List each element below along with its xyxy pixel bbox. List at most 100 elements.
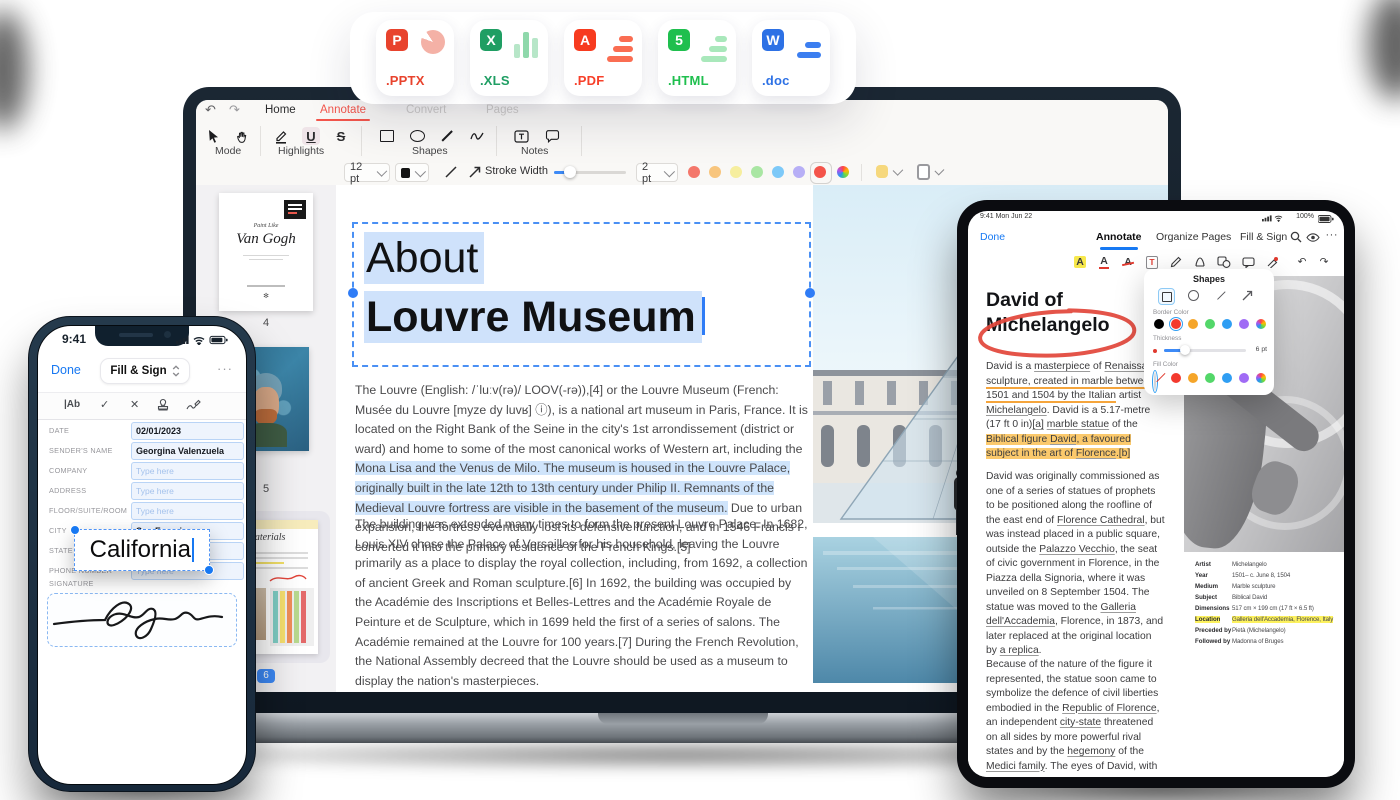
pencil-tool-icon[interactable] bbox=[1168, 254, 1184, 270]
shapes-tool-icon[interactable] bbox=[1216, 254, 1232, 270]
fill-color-dot[interactable] bbox=[1205, 373, 1215, 383]
arrow-shape-option[interactable] bbox=[1240, 288, 1255, 303]
border-color-dot[interactable] bbox=[1188, 319, 1198, 329]
border-color-dot[interactable] bbox=[1205, 319, 1215, 329]
fill-color-dot[interactable] bbox=[1171, 373, 1181, 383]
tab-home[interactable]: Home bbox=[265, 104, 296, 116]
selection-handle-right[interactable] bbox=[805, 288, 815, 298]
selection-handle[interactable] bbox=[204, 565, 214, 575]
done-button[interactable]: Done bbox=[51, 363, 81, 377]
text-box-tool-icon[interactable]: T bbox=[1144, 254, 1160, 270]
checkmark-tool-icon[interactable]: ✓ bbox=[100, 398, 109, 411]
state-value-overlay[interactable]: California bbox=[74, 529, 210, 571]
ellipse-shape-icon[interactable] bbox=[408, 127, 426, 145]
cursor-tool-icon[interactable] bbox=[204, 127, 222, 145]
highlighter-tool-icon[interactable]: A bbox=[1072, 254, 1088, 270]
highlight-color-swatch bbox=[876, 165, 888, 178]
border-color-dot[interactable] bbox=[1154, 319, 1164, 329]
search-icon[interactable] bbox=[1290, 231, 1302, 243]
tab-convert[interactable]: Convert bbox=[406, 104, 446, 116]
toolbar-divider bbox=[581, 126, 582, 156]
page-thumbnail-4[interactable]: Paint Like Van Gogh ✻ bbox=[219, 193, 313, 311]
tab-pages[interactable]: Pages bbox=[486, 104, 519, 116]
signature-box[interactable] bbox=[47, 593, 237, 647]
text-field-tool-icon[interactable]: |Ab bbox=[64, 399, 80, 410]
rectangle-shape-option-selected[interactable] bbox=[1158, 288, 1175, 305]
line-tool-icon[interactable] bbox=[444, 165, 458, 179]
redo-icon[interactable]: ↷ bbox=[229, 103, 240, 118]
border-color-dot[interactable] bbox=[1239, 319, 1249, 329]
fill-sign-mode-picker[interactable]: Fill & Sign bbox=[100, 358, 190, 384]
company-field[interactable]: Type here bbox=[131, 462, 244, 480]
group-label-highlights: Highlights bbox=[278, 145, 324, 157]
rectangle-shape-icon[interactable] bbox=[378, 127, 396, 145]
stroke-width-slider[interactable] bbox=[554, 171, 626, 174]
undo-icon[interactable]: ↶ bbox=[205, 103, 216, 118]
underline-tool-icon[interactable]: A bbox=[1096, 254, 1112, 270]
freehand-shape-icon[interactable] bbox=[468, 127, 486, 145]
color-dot[interactable] bbox=[793, 166, 805, 178]
comment-tool-icon[interactable] bbox=[1240, 254, 1256, 270]
color-dot[interactable] bbox=[772, 166, 784, 178]
strikethrough-tool-icon[interactable]: S bbox=[332, 127, 350, 145]
undo-icon[interactable]: ↶ bbox=[1294, 254, 1310, 270]
fill-color-dot[interactable] bbox=[1222, 373, 1232, 383]
border-color-dot[interactable] bbox=[1222, 319, 1232, 329]
text-segment: artist bbox=[1116, 390, 1141, 401]
ellipse-shape-option[interactable] bbox=[1186, 288, 1201, 303]
pen-tool-icon[interactable] bbox=[1192, 254, 1208, 270]
underline-tool-icon[interactable]: U bbox=[302, 127, 320, 145]
color-dot[interactable] bbox=[688, 166, 700, 178]
selection-handle-left[interactable] bbox=[348, 288, 358, 298]
title-selection-box[interactable]: About Louvre Museum bbox=[352, 222, 811, 367]
hand-tool-icon[interactable] bbox=[232, 127, 250, 145]
shape-style-dropdown[interactable] bbox=[912, 163, 946, 180]
strikethrough-tool-icon[interactable]: A bbox=[1120, 254, 1136, 270]
stamp-tool-icon[interactable] bbox=[156, 398, 170, 412]
view-eye-icon[interactable] bbox=[1306, 233, 1320, 242]
more-button[interactable]: ··· bbox=[217, 361, 233, 376]
more-button[interactable]: ··· bbox=[1326, 229, 1339, 241]
floor-suite-room-field[interactable]: Type here bbox=[131, 502, 244, 520]
color-dot[interactable] bbox=[709, 166, 721, 178]
redo-icon[interactable]: ↷ bbox=[1316, 254, 1332, 270]
color-dot[interactable] bbox=[730, 166, 742, 178]
doc-title-line2: Louvre Museum bbox=[364, 287, 809, 347]
slider-knob[interactable] bbox=[564, 166, 576, 178]
cross-tool-icon[interactable]: ✕ bbox=[130, 398, 139, 411]
tab-organize-pages[interactable]: Organize Pages bbox=[1156, 231, 1231, 243]
color-dot[interactable] bbox=[751, 166, 763, 178]
thickness-slider[interactable] bbox=[1164, 349, 1246, 352]
done-button[interactable]: Done bbox=[980, 231, 1005, 243]
text-note-icon[interactable] bbox=[512, 127, 530, 145]
stamp-tool-icon[interactable] bbox=[1264, 254, 1280, 270]
fill-color-dot[interactable] bbox=[1188, 373, 1198, 383]
stroke-width-dropdown[interactable]: 2 pt bbox=[636, 163, 678, 182]
slider-knob[interactable] bbox=[1180, 345, 1190, 355]
bar-chart-icon bbox=[514, 32, 538, 58]
fill-none-option-selected[interactable] bbox=[1154, 372, 1156, 391]
comment-note-icon[interactable] bbox=[543, 127, 561, 145]
address-field[interactable]: Type here bbox=[131, 482, 244, 500]
font-size-dropdown[interactable]: 12 pt bbox=[344, 163, 390, 182]
tab-annotate[interactable]: Annotate bbox=[1096, 231, 1142, 243]
fill-color-picker-dot[interactable] bbox=[1256, 373, 1266, 383]
highlight-color-dropdown[interactable] bbox=[871, 163, 905, 180]
text-color-dropdown[interactable] bbox=[395, 163, 429, 182]
border-color-picker-dot[interactable] bbox=[1256, 319, 1266, 329]
color-picker-dot[interactable] bbox=[837, 166, 849, 178]
date-field[interactable]: 02/01/2023 bbox=[131, 422, 244, 440]
line-shape-option[interactable] bbox=[1214, 288, 1229, 303]
arrow-tool-icon[interactable] bbox=[468, 165, 482, 179]
signature-tool-icon[interactable] bbox=[186, 398, 202, 412]
sender-name-field[interactable]: Georgina Valenzuela bbox=[131, 442, 244, 460]
tab-fill-sign[interactable]: Fill & Sign bbox=[1240, 231, 1287, 243]
color-dot-selected[interactable] bbox=[814, 166, 826, 178]
fill-color-dot[interactable] bbox=[1239, 373, 1249, 383]
border-color-dot-selected[interactable] bbox=[1171, 319, 1181, 329]
selection-handle[interactable] bbox=[70, 525, 80, 535]
meta-row: Year1501– c. June 8, 1504 bbox=[1195, 572, 1344, 583]
highlight-pen-icon[interactable] bbox=[272, 127, 290, 145]
line-shape-icon[interactable] bbox=[438, 127, 456, 145]
tab-annotate[interactable]: Annotate bbox=[320, 104, 366, 116]
